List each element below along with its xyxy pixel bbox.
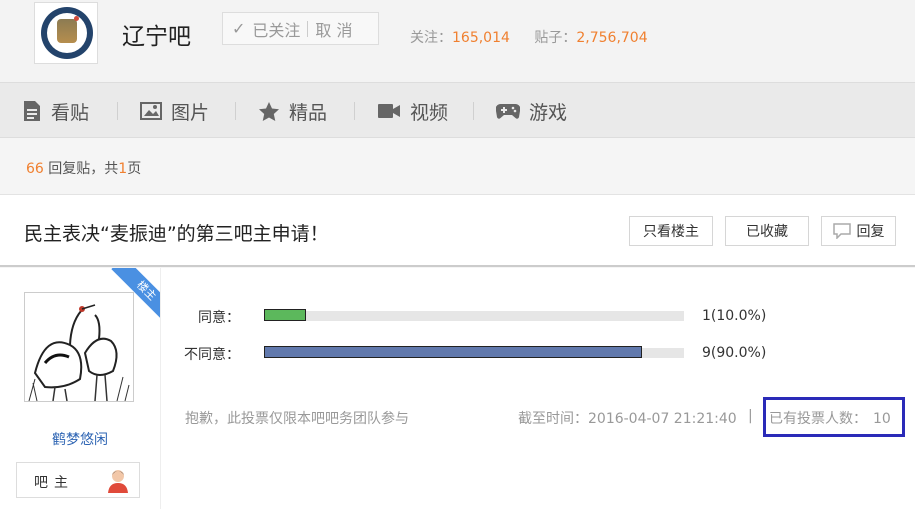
nav-item-images[interactable]: 图片 (140, 83, 209, 139)
vote-restriction-note: 抱歉，此投票仅限本吧吧务团队参与 (185, 411, 409, 427)
vote-bar-fill-agree (264, 309, 306, 321)
favorite-button[interactable]: 已收藏 (725, 216, 809, 246)
role-badge: 吧主 (16, 462, 140, 498)
forum-stats: 关注：165,014 贴子：2,756,704 (410, 30, 648, 46)
nav-label: 视频 (410, 101, 449, 124)
comment-icon (832, 223, 851, 239)
nav-item-featured[interactable]: 精品 (258, 83, 327, 139)
nav-label: 精品 (289, 101, 328, 124)
nav-label: 游戏 (529, 101, 568, 124)
role-label: 吧主 (34, 475, 74, 491)
voter-count: 已有投票人数： 10 (769, 411, 891, 427)
posts-count: 2,756,704 (576, 30, 648, 46)
vote-panel: 同意： 1(10.0%) 不同意： 9(90.0%) 抱歉，此投票仅限本吧吧务团… (160, 268, 915, 509)
vote-count: 9(90.0%) (702, 345, 767, 361)
nav-label: 看贴 (51, 101, 90, 124)
page-count: 1 (118, 161, 128, 177)
only-op-button[interactable]: 只看楼主 (629, 216, 713, 246)
follow-state: 已关注 (252, 20, 301, 40)
forum-header: 辽宁吧 ✓ 已关注 取 消 关注：165,014 贴子：2,756,704 (0, 0, 915, 82)
star-icon (259, 101, 279, 121)
image-icon (140, 102, 162, 120)
divider (307, 20, 309, 37)
divider: | (748, 408, 753, 424)
vote-option-label: 同意： (198, 310, 240, 326)
video-icon (378, 104, 400, 118)
thread-title: 民主表决“麦振迪”的第三吧主申请！ (24, 223, 329, 245)
vote-option-label: 不同意： (184, 347, 240, 363)
vote-count: 1(10.0%) (702, 308, 767, 324)
nav-item-games[interactable]: 游戏 (496, 83, 567, 139)
pager-bar: 66 回复贴，共1页 (0, 138, 915, 195)
username[interactable]: 鹤梦悠闲 (0, 429, 160, 449)
forum-logo[interactable] (34, 2, 98, 64)
reply-summary: 66 回复贴，共1页 (26, 161, 142, 177)
nav-item-videos[interactable]: 视频 (377, 83, 448, 139)
post: 楼主 鹤梦悠闲 吧主 同意： 1(10.0%) 不同意： 9(90.0%) 抱歉… (0, 268, 915, 509)
nav-item-posts[interactable]: 看贴 (22, 83, 89, 139)
thread-header: 民主表决“麦振迪”的第三吧主申请！ 只看楼主 已收藏 回复 (0, 195, 915, 267)
reply-button[interactable]: 回复 (821, 216, 896, 246)
gamepad-icon (496, 103, 520, 119)
unfollow-button[interactable]: 取 消 (315, 17, 352, 41)
vote-bar-track (264, 309, 684, 321)
vote-bar-track (264, 346, 684, 358)
check-icon: ✓ (232, 19, 246, 38)
vote-bar-fill-disagree (264, 346, 642, 358)
follow-button[interactable]: ✓ 已关注 取 消 (222, 12, 379, 45)
nav-label: 图片 (171, 101, 210, 124)
admin-user-icon (108, 470, 128, 493)
author-panel: 楼主 鹤梦悠闲 吧主 (0, 268, 161, 509)
reply-count: 66 (26, 161, 44, 177)
forum-title[interactable]: 辽宁吧 (122, 17, 191, 51)
document-icon (24, 101, 40, 121)
follow-count: 165,014 (452, 30, 510, 46)
op-badge: 楼主 (100, 268, 160, 328)
forum-nav: 看贴 图片 精品 视频 游戏 (0, 82, 915, 138)
vote-deadline: 截至时间：2016-04-07 21:21:40 (518, 411, 737, 427)
